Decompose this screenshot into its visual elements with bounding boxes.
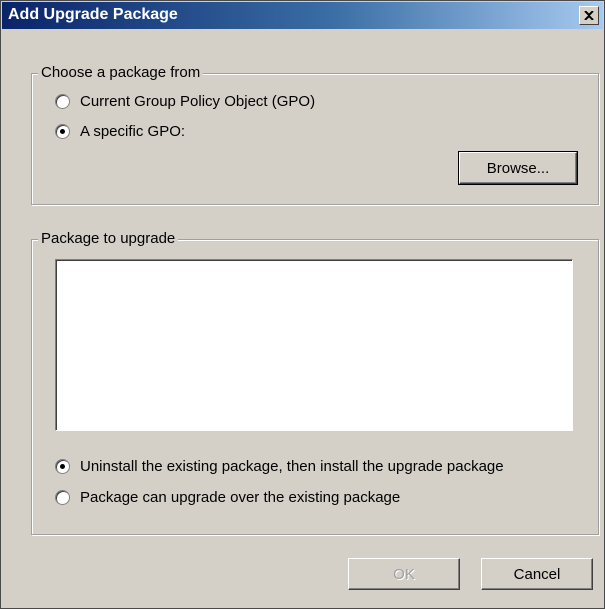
cancel-button[interactable]: Cancel [481, 558, 593, 590]
package-group-legend: Package to upgrade [38, 230, 179, 248]
close-icon [584, 11, 594, 20]
ok-button[interactable]: OK [348, 558, 460, 590]
radio-uninstall-then-install-button[interactable] [55, 459, 70, 474]
radio-specific-gpo[interactable]: A specific GPO: [55, 123, 185, 140]
title-bar[interactable]: Add Upgrade Package [2, 2, 603, 29]
radio-upgrade-over-label: Package can upgrade over the existing pa… [80, 489, 401, 506]
dialog-window: Add Upgrade Package Choose a package fro… [0, 0, 605, 609]
radio-current-gpo[interactable]: Current Group Policy Object (GPO) [55, 93, 315, 110]
radio-current-gpo-label: Current Group Policy Object (GPO) [80, 93, 316, 110]
radio-uninstall-then-install-label: Uninstall the existing package, then ins… [80, 458, 504, 475]
radio-specific-gpo-button[interactable] [55, 124, 70, 139]
source-group-legend: Choose a package from [38, 64, 204, 82]
package-list[interactable] [55, 259, 573, 431]
dialog-title: Add Upgrade Package [8, 6, 178, 23]
radio-uninstall-then-install[interactable]: Uninstall the existing package, then ins… [55, 458, 504, 475]
radio-upgrade-over-button[interactable] [55, 490, 70, 505]
close-button[interactable] [579, 6, 599, 25]
radio-specific-gpo-label: A specific GPO: [80, 123, 186, 140]
radio-upgrade-over[interactable]: Package can upgrade over the existing pa… [55, 489, 400, 506]
browse-button[interactable]: Browse... [458, 151, 578, 185]
radio-current-gpo-button[interactable] [55, 94, 70, 109]
